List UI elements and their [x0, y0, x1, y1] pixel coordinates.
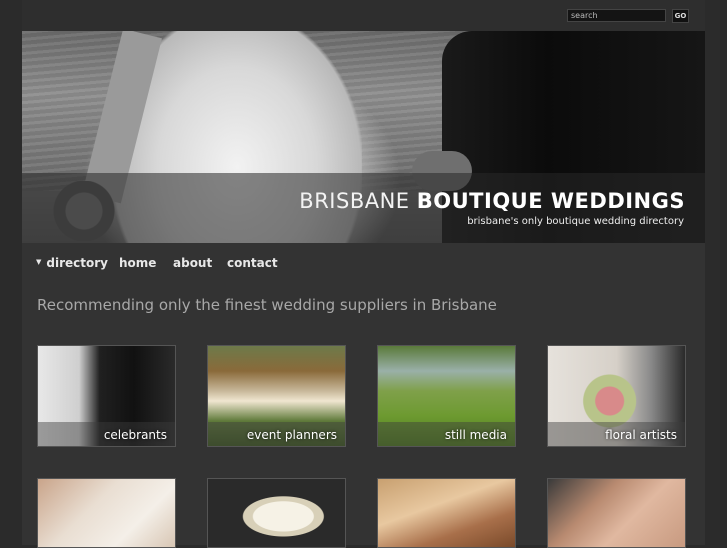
- row2-photo-1: [38, 479, 175, 547]
- category-card-row2-1[interactable]: [37, 478, 176, 548]
- category-label: floral artists: [605, 428, 677, 442]
- category-label: still media: [444, 428, 507, 442]
- nav-item-home[interactable]: home: [119, 256, 156, 270]
- category-card-row2-2[interactable]: [207, 478, 346, 548]
- row2-photo-3: [378, 479, 515, 547]
- top-bar: GO: [22, 0, 705, 31]
- category-card-still-media[interactable]: still media: [377, 345, 516, 447]
- category-label: celebrants: [103, 428, 167, 442]
- main-nav: ▼ directory home about contact: [22, 252, 705, 274]
- site-tagline: brisbane's only boutique wedding directo…: [467, 216, 684, 227]
- row2-photo-2: [208, 479, 345, 547]
- nav-item-label: directory: [46, 256, 108, 270]
- nav-item-about[interactable]: about: [173, 256, 212, 270]
- category-label: event planners: [246, 428, 337, 442]
- site-title-light: BRISBANE: [299, 189, 410, 213]
- page-container: GO BRISBANE BOUTIQUE WEDDINGS brisbane's…: [22, 0, 705, 548]
- nav-item-directory[interactable]: ▼ directory: [36, 256, 108, 270]
- site-title: BRISBANE BOUTIQUE WEDDINGS: [299, 189, 685, 213]
- category-card-row2-4[interactable]: [547, 478, 686, 548]
- dropdown-triangle-icon: ▼: [36, 258, 42, 266]
- hero-banner: BRISBANE BOUTIQUE WEDDINGS brisbane's on…: [22, 31, 705, 243]
- category-card-row2-3[interactable]: [377, 478, 516, 548]
- category-card-celebrants[interactable]: celebrants: [37, 345, 176, 447]
- category-card-floral-artists[interactable]: floral artists: [547, 345, 686, 447]
- page-heading: Recommending only the finest wedding sup…: [37, 296, 497, 314]
- search-go-button[interactable]: GO: [672, 9, 689, 23]
- site-title-bold: BOUTIQUE WEDDINGS: [416, 189, 685, 213]
- nav-item-contact[interactable]: contact: [227, 256, 278, 270]
- category-card-event-planners[interactable]: event planners: [207, 345, 346, 447]
- row2-photo-4: [548, 479, 685, 547]
- search-input[interactable]: [567, 9, 666, 22]
